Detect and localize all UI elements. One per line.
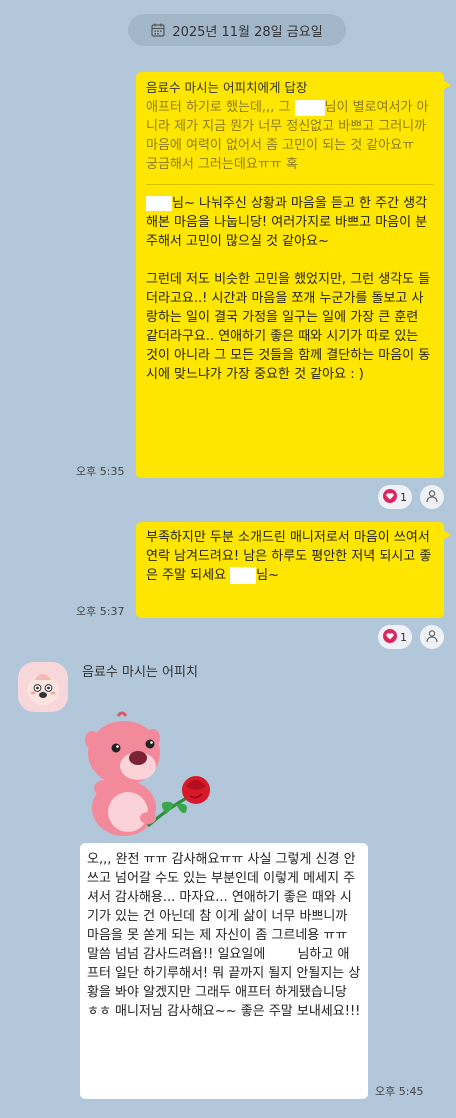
reaction-count: 1 [400,630,407,644]
my-message[interactable]: 부족하지만 두분 소개드린 매니저로서 마음이 쓰여서 연락 남겨드려요! 남은… [136,522,451,618]
apeach-avatar-image [27,674,59,705]
my-message-reply[interactable]: 음료수 마시는 어피치에게 답장 애프터 하기로 했는데,,, 그 님이 별로여… [136,72,451,478]
reaction-bar: 1 [378,485,444,509]
loopy-rose-sticker[interactable] [78,708,228,838]
message-time: 오후 5:37 [76,605,125,618]
reply-divider [146,184,434,185]
redacted-name [146,196,172,211]
redacted-name [269,947,298,962]
user-icon [425,488,439,507]
heart-reaction[interactable]: 1 [378,485,412,509]
sender-name: 음료수 마시는 어피치 [82,665,198,680]
reaction-count: 1 [400,490,407,504]
heart-icon [383,628,397,646]
reactors-button[interactable] [420,625,444,649]
message-time: 오후 5:45 [375,1085,424,1098]
calendar-icon [151,23,165,37]
user-icon [425,628,439,647]
sender-avatar[interactable] [18,662,68,712]
reaction-bar: 1 [378,625,444,649]
date-text: 2025년 11월 28일 금요일 [172,24,323,40]
message-time: 오후 5:35 [76,465,125,478]
heart-icon [383,488,397,506]
message-text: 부족하지만 두분 소개드린 매니저로서 마음이 쓰여서 연락 남겨드려요! 남은… [146,530,434,584]
reactors-button[interactable] [420,485,444,509]
reply-quote[interactable]: 애프터 하기로 했는데,,, 그 님이 별로여서가 아니라 제가 지금 뭔가 너… [146,98,434,174]
sticker-image [85,711,210,836]
date-divider: 2025년 11월 28일 금요일 [128,14,346,46]
their-message[interactable]: 오,,, 완전 ㅠㅠ 감사해요ㅠㅠ 사실 그렇게 신경 안쓰고 넘어갈 수도 있… [80,843,368,1099]
heart-reaction[interactable]: 1 [378,625,412,649]
reply-header: 음료수 마시는 어피치에게 답장 [146,80,308,95]
message-text: 님~ 나눠주신 상황과 마음을 듣고 한 주간 생각해본 마음을 나눕니당! 여… [146,196,431,382]
redacted-name [230,567,257,584]
message-text: 오,,, 완전 ㅠㅠ 감사해요ㅠㅠ 사실 그렇게 신경 안쓰고 넘어갈 수도 있… [87,852,361,1019]
redacted-name [294,99,325,116]
